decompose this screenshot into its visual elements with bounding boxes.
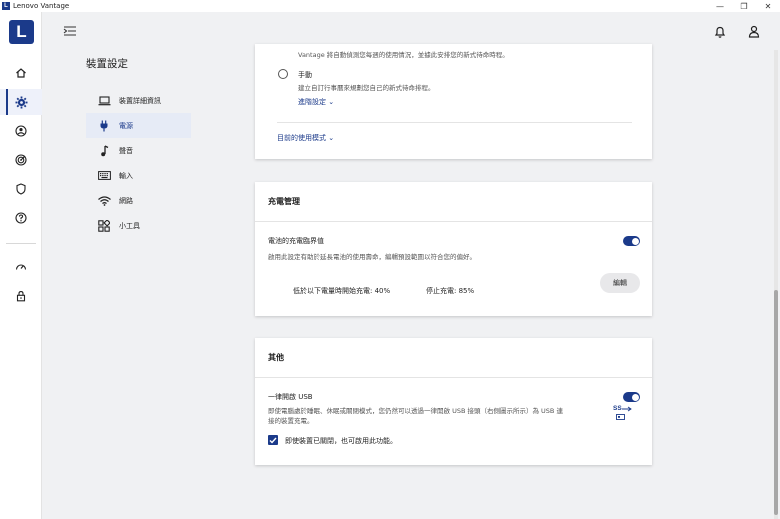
advanced-settings-link[interactable]: 進階設定 ⌄ (298, 97, 334, 107)
scrollbar-thumb[interactable] (774, 290, 778, 515)
charge-threshold-label: 電池的充電臨界值 (268, 237, 324, 245)
radar-icon (15, 154, 27, 166)
subnav-item-label: 聲音 (119, 146, 133, 155)
charge-management-title: 充電管理 (255, 182, 652, 222)
laptop-icon (97, 94, 111, 108)
window-controls: — ❐ ✕ (708, 0, 780, 12)
rail-home[interactable] (0, 60, 42, 86)
help-icon (15, 212, 27, 224)
checkmark-icon (269, 437, 277, 444)
other-title: 其他 (255, 338, 652, 378)
edit-button[interactable]: 編輯 (600, 273, 640, 293)
usb-port-icon: SS (613, 405, 633, 421)
always-on-usb-label: 一律開啟 USB (268, 393, 313, 401)
window-title: Lenovo Vantage (13, 2, 70, 10)
usage-mode-label: 目前的使用模式 (277, 134, 326, 142)
power-mode-card: Vantage 將自動偵測您每週的使用情況，並據此安排您的新式待命時程。 手動 … (255, 44, 652, 159)
home-icon (16, 68, 26, 78)
subnav-item-network[interactable]: 網路 (86, 188, 191, 213)
subnav-item-label: 小工具 (119, 221, 140, 230)
rail-device-settings[interactable] (0, 89, 42, 115)
music-note-icon (97, 144, 111, 158)
manual-radio[interactable] (278, 69, 288, 79)
page-title: 裝置設定 (86, 58, 128, 70)
usage-mode-link[interactable]: 目前的使用模式 ⌄ (277, 133, 334, 143)
charge-threshold-description: 啟用此設定有助於延長電池的使用壽命，編輯預設範圍以符合您的偏好。 (268, 253, 476, 261)
rail-security[interactable] (0, 176, 42, 202)
wifi-icon (97, 194, 111, 208)
subnav-item-label: 電源 (119, 121, 133, 130)
power-mode-partial-text: Vantage 將自動偵測您每週的使用情況，並據此安排您的新式待命時程。 (298, 51, 509, 59)
manual-label: 手動 (298, 71, 312, 79)
plug-icon (97, 119, 111, 133)
always-on-usb-description-line1: 即使電腦處於睡眠、休眠或關閉模式，您仍然可以透過一律開啟 USB 接頭（右側圖示… (268, 407, 563, 415)
keyboard-icon (97, 169, 111, 183)
minimize-button[interactable]: — (708, 0, 732, 12)
rail-lock[interactable] (0, 283, 42, 309)
user-circle-icon (15, 125, 27, 137)
start-charge-value: 低於以下電量時開始充電: 40% (293, 287, 391, 295)
other-card: 其他 一律開啟 USB 即使電腦處於睡眠、休眠或關閉模式，您仍然可以透過一律開啟… (255, 338, 652, 465)
rail-help[interactable] (0, 205, 42, 231)
chevron-down-icon: ⌄ (328, 98, 335, 106)
enable-when-off-checkbox[interactable] (268, 435, 278, 445)
navigation-rail: L (0, 12, 42, 519)
stop-charge-value: 停止充電: 85% (426, 287, 475, 295)
subnav-item-label: 網路 (119, 196, 133, 205)
title-bar: L Lenovo Vantage — ❐ ✕ (0, 0, 780, 12)
charge-management-card: 充電管理 電池的充電臨界值 啟用此設定有助於延長電池的使用壽命，編輯預設範圍以符… (255, 182, 652, 316)
lock-icon (16, 291, 26, 302)
subnav-item-label: 輸入 (119, 171, 133, 180)
always-on-usb-toggle[interactable] (623, 392, 640, 402)
close-button[interactable]: ✕ (756, 0, 780, 12)
app-icon: L (2, 2, 10, 10)
subnav-item-widgets[interactable]: 小工具 (86, 213, 191, 238)
collapse-menu-icon[interactable] (63, 25, 77, 37)
account-icon[interactable] (748, 25, 760, 38)
divider (277, 122, 632, 123)
subnav-item-input[interactable]: 輸入 (86, 163, 191, 188)
bell-icon[interactable] (714, 25, 726, 39)
chevron-down-icon: ⌄ (328, 134, 335, 142)
gear-icon (15, 96, 27, 108)
speedometer-icon (15, 264, 27, 270)
always-on-usb-description-line2: 接的裝置充電。 (268, 417, 314, 425)
rail-divider (6, 243, 36, 244)
charge-threshold-toggle[interactable] (623, 236, 640, 246)
advanced-settings-label: 進階設定 (298, 98, 326, 106)
rail-gaming[interactable] (0, 147, 42, 173)
subnav-item-device-details[interactable]: 裝置詳細資訊 (86, 88, 191, 113)
subnav-item-label: 裝置詳細資訊 (119, 96, 161, 105)
rail-performance[interactable] (0, 254, 42, 280)
enable-when-off-label: 即使裝置已關閉，也可啟用此功能。 (285, 437, 397, 445)
manual-description: 建立自訂行事曆來規劃您自己的新式待命排程。 (298, 84, 435, 92)
subnav-item-audio[interactable]: 聲音 (86, 138, 191, 163)
rail-account[interactable] (0, 118, 42, 144)
restore-button[interactable]: ❐ (732, 0, 756, 12)
shield-icon (16, 183, 26, 195)
widgets-icon (97, 219, 111, 233)
subnav-item-power[interactable]: 電源 (86, 113, 191, 138)
lenovo-logo[interactable]: L (9, 20, 34, 44)
